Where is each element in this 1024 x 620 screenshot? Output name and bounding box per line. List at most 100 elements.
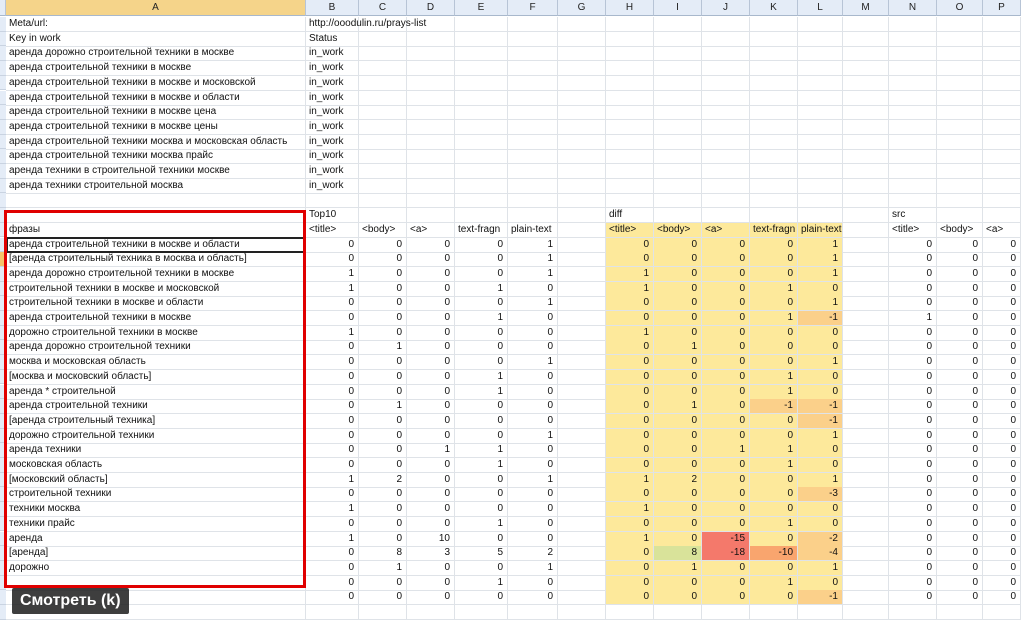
empty-cell[interactable] bbox=[359, 61, 407, 77]
diff-value[interactable]: 0 bbox=[606, 296, 654, 312]
select-all-corner[interactable] bbox=[0, 0, 6, 16]
empty-cell[interactable] bbox=[843, 17, 889, 32]
diff-value[interactable]: 0 bbox=[606, 428, 654, 444]
top10-value[interactable]: 0 bbox=[407, 237, 455, 253]
empty-cell[interactable] bbox=[359, 119, 407, 135]
diff-value[interactable]: 0 bbox=[606, 340, 654, 356]
diff-value[interactable]: -15 bbox=[702, 531, 750, 547]
top10-value[interactable]: 0 bbox=[306, 428, 359, 444]
diff-value[interactable]: 0 bbox=[654, 502, 702, 518]
src-value[interactable]: 0 bbox=[889, 325, 937, 341]
top10-value[interactable]: 0 bbox=[306, 546, 359, 562]
src-value[interactable]: 0 bbox=[889, 355, 937, 371]
empty-cell[interactable] bbox=[558, 281, 606, 297]
empty-cell[interactable] bbox=[889, 46, 937, 62]
empty-cell[interactable] bbox=[843, 119, 889, 135]
empty-cell[interactable] bbox=[983, 208, 1021, 224]
diff-value[interactable]: 0 bbox=[750, 340, 798, 356]
empty-cell[interactable] bbox=[558, 531, 606, 547]
status-cell[interactable]: in_work bbox=[306, 178, 359, 194]
empty-cell[interactable] bbox=[889, 149, 937, 165]
empty-cell[interactable] bbox=[702, 164, 750, 179]
src-value[interactable]: 0 bbox=[983, 516, 1021, 532]
empty-cell[interactable] bbox=[508, 605, 558, 620]
empty-cell[interactable] bbox=[455, 46, 508, 62]
column-header-p[interactable]: P bbox=[983, 0, 1021, 16]
top10-value[interactable]: 1 bbox=[359, 560, 407, 576]
empty-cell[interactable] bbox=[843, 237, 889, 253]
diff-value[interactable]: 0 bbox=[798, 443, 843, 459]
empty-cell[interactable] bbox=[407, 105, 455, 121]
key-cell[interactable]: аренда строительной техники в москве цен… bbox=[6, 119, 306, 135]
top10-value[interactable]: 1 bbox=[455, 516, 508, 532]
empty-cell[interactable] bbox=[983, 605, 1021, 620]
empty-cell[interactable] bbox=[843, 516, 889, 532]
diff-value[interactable]: 0 bbox=[798, 575, 843, 591]
top10-value[interactable]: 0 bbox=[407, 399, 455, 415]
key-cell[interactable]: аренда строительной техники в москве цен… bbox=[6, 105, 306, 121]
empty-cell[interactable] bbox=[843, 296, 889, 312]
empty-cell[interactable] bbox=[937, 119, 983, 135]
empty-cell[interactable] bbox=[558, 355, 606, 371]
empty-cell[interactable] bbox=[750, 31, 798, 47]
empty-cell[interactable] bbox=[843, 252, 889, 268]
empty-cell[interactable] bbox=[750, 46, 798, 62]
top10-value[interactable]: 0 bbox=[359, 384, 407, 400]
src-value[interactable]: 0 bbox=[983, 546, 1021, 562]
top10-value[interactable]: 0 bbox=[508, 458, 558, 473]
diff-value[interactable]: 0 bbox=[798, 384, 843, 400]
column-header-d[interactable]: D bbox=[407, 0, 455, 16]
empty-cell[interactable] bbox=[558, 399, 606, 415]
diff-value[interactable]: 0 bbox=[750, 502, 798, 518]
empty-cell[interactable] bbox=[558, 340, 606, 356]
diff-value[interactable]: 0 bbox=[654, 369, 702, 385]
empty-cell[interactable] bbox=[983, 193, 1021, 209]
diff-value[interactable]: 0 bbox=[606, 384, 654, 400]
empty-cell[interactable] bbox=[983, 90, 1021, 106]
empty-cell[interactable] bbox=[798, 119, 843, 135]
top10-value[interactable]: 0 bbox=[508, 516, 558, 532]
diff-value[interactable]: 0 bbox=[702, 355, 750, 371]
empty-cell[interactable] bbox=[843, 105, 889, 121]
empty-cell[interactable] bbox=[702, 31, 750, 47]
key-cell[interactable]: аренда техники в строительной техники мо… bbox=[6, 164, 306, 179]
empty-cell[interactable] bbox=[558, 560, 606, 576]
top10-value[interactable]: 0 bbox=[455, 355, 508, 371]
empty-cell[interactable] bbox=[455, 61, 508, 77]
top10-value[interactable]: 0 bbox=[306, 458, 359, 473]
empty-cell[interactable] bbox=[558, 605, 606, 620]
diff-value[interactable]: 1 bbox=[798, 355, 843, 371]
top10-header[interactable]: text-fragn bbox=[455, 222, 508, 238]
top10-value[interactable]: 1 bbox=[306, 472, 359, 488]
empty-cell[interactable] bbox=[843, 222, 889, 238]
top10-value[interactable]: 0 bbox=[407, 413, 455, 429]
empty-cell[interactable] bbox=[654, 208, 702, 224]
empty-cell[interactable] bbox=[843, 178, 889, 194]
empty-cell[interactable] bbox=[558, 237, 606, 253]
top10-value[interactable]: 0 bbox=[407, 472, 455, 488]
src-value[interactable]: 0 bbox=[983, 487, 1021, 503]
top10-value[interactable]: 0 bbox=[407, 369, 455, 385]
empty-cell[interactable] bbox=[407, 134, 455, 150]
diff-value[interactable]: 0 bbox=[702, 399, 750, 415]
top10-value[interactable]: 0 bbox=[407, 325, 455, 341]
src-value[interactable]: 0 bbox=[937, 384, 983, 400]
column-header-o[interactable]: O bbox=[937, 0, 983, 16]
empty-cell[interactable] bbox=[558, 164, 606, 179]
empty-cell[interactable] bbox=[983, 134, 1021, 150]
top10-value[interactable]: 0 bbox=[455, 531, 508, 547]
diff-value[interactable]: 0 bbox=[654, 428, 702, 444]
empty-cell[interactable] bbox=[702, 61, 750, 77]
src-value[interactable]: 0 bbox=[889, 546, 937, 562]
top10-header[interactable]: plain-text bbox=[508, 222, 558, 238]
status-cell[interactable]: in_work bbox=[306, 61, 359, 77]
empty-cell[interactable] bbox=[983, 75, 1021, 91]
diff-value[interactable]: 0 bbox=[606, 443, 654, 459]
empty-cell[interactable] bbox=[798, 605, 843, 620]
empty-cell[interactable] bbox=[359, 193, 407, 209]
empty-cell[interactable] bbox=[606, 119, 654, 135]
src-value[interactable]: 0 bbox=[889, 531, 937, 547]
diff-value[interactable]: 0 bbox=[606, 413, 654, 429]
top10-value[interactable]: 0 bbox=[359, 458, 407, 473]
empty-cell[interactable] bbox=[558, 296, 606, 312]
